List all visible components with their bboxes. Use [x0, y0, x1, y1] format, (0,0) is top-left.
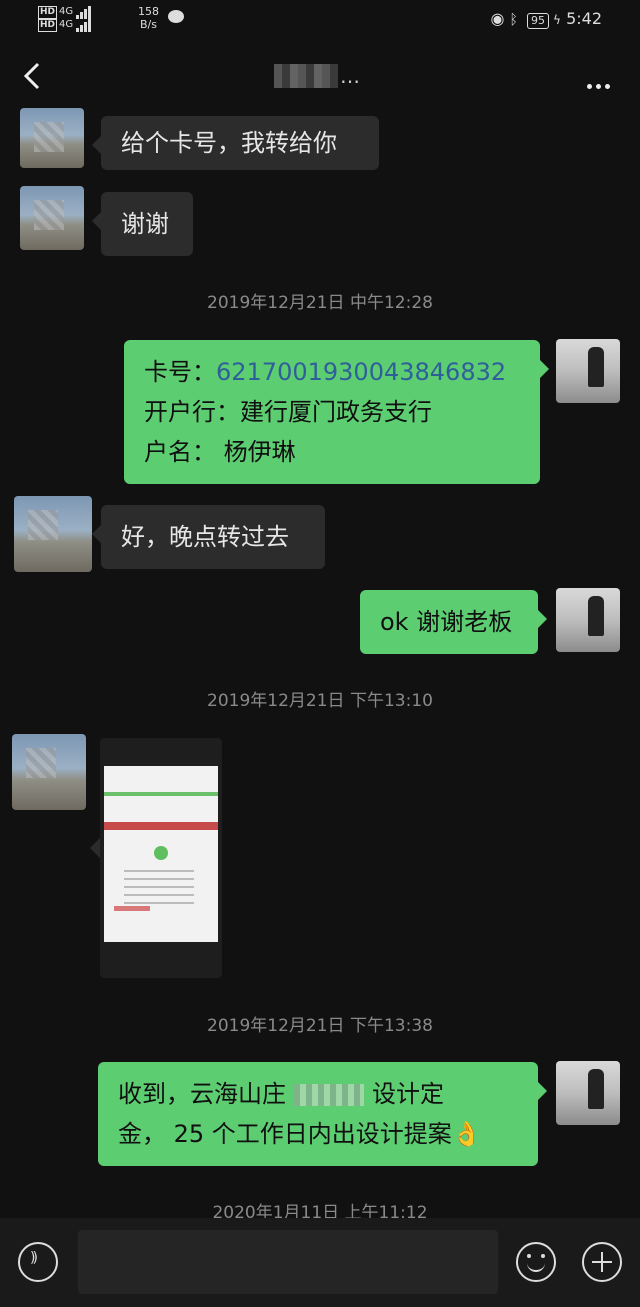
status-right: ◉ ᛒ 95 ϟ 5:42 [490, 9, 602, 29]
network-type: 4G [59, 19, 74, 30]
check-icon [154, 846, 168, 860]
message-line-2: 金， 25 个工作日内出设计提案👌 [118, 1120, 482, 1148]
message-bubble-outgoing[interactable]: ok 谢谢老板 [360, 590, 547, 654]
my-avatar[interactable] [556, 588, 620, 652]
signal-icon [76, 6, 92, 19]
message-icon [168, 10, 184, 23]
message-bubble-incoming[interactable]: 谢谢 [92, 192, 193, 256]
chat-title: … [260, 64, 380, 88]
chat-header: … [0, 40, 640, 112]
status-bar: HD 4G HD 4G 158 B/s ◉ ᛒ 95 ϟ 5:42 [0, 0, 640, 40]
redacted-text [294, 1084, 364, 1106]
card-number-link[interactable]: 6217001930043846832 [216, 358, 506, 386]
timestamp: 2019年12月21日 下午13:10 [207, 691, 433, 711]
battery-icon: 95 [527, 13, 550, 29]
timestamp: 2019年12月21日 下午13:38 [207, 1016, 433, 1036]
emoji-icon[interactable] [516, 1242, 556, 1282]
bubble-tail [90, 838, 100, 858]
more-dots-icon[interactable] [583, 74, 610, 93]
contact-avatar[interactable] [12, 734, 86, 810]
card-line: 卡号：6217001930043846832 [144, 358, 507, 386]
timestamp: 2019年12月21日 中午12:28 [207, 293, 433, 313]
eye-icon: ◉ [490, 9, 505, 28]
message-bubble-outgoing[interactable]: 卡号：6217001930043846832 开户行：建行厦门政务支行 户名： … [124, 340, 549, 484]
charging-icon: ϟ [553, 13, 561, 27]
redacted-name [274, 64, 338, 88]
bluetooth-icon: ᛒ [509, 12, 518, 28]
contact-avatar[interactable] [20, 108, 84, 168]
image-content [104, 766, 218, 942]
image-message[interactable] [100, 738, 222, 978]
signal-icon [76, 19, 92, 32]
message-line-1: 收到，云海山庄 设计定 [118, 1080, 444, 1108]
clock: 5:42 [566, 9, 602, 28]
message-bubble-outgoing[interactable]: 收到，云海山庄 设计定 金， 25 个工作日内出设计提案👌 [98, 1062, 547, 1166]
plus-icon[interactable] [582, 1242, 622, 1282]
my-avatar[interactable] [556, 1061, 620, 1125]
my-avatar[interactable] [556, 339, 620, 403]
signal-area: HD 4G HD 4G [38, 6, 92, 32]
back-arrow-icon[interactable] [22, 62, 44, 90]
voice-icon[interactable] [18, 1242, 58, 1282]
account-name-line: 户名： 杨伊琳 [144, 438, 296, 466]
message-input[interactable] [78, 1230, 498, 1294]
hd-badge: HD [38, 6, 58, 19]
message-bubble-incoming[interactable]: 好，晚点转过去 [92, 505, 325, 569]
input-bar [0, 1218, 640, 1307]
network-type: 4G [59, 6, 74, 17]
message-bubble-incoming[interactable]: 给个卡号，我转给你 [92, 116, 379, 170]
hd-badge: HD [38, 19, 58, 32]
contact-avatar[interactable] [20, 186, 84, 250]
bank-line: 开户行：建行厦门政务支行 [144, 398, 432, 426]
contact-avatar[interactable] [14, 496, 92, 572]
network-speed: 158 B/s [138, 5, 159, 31]
